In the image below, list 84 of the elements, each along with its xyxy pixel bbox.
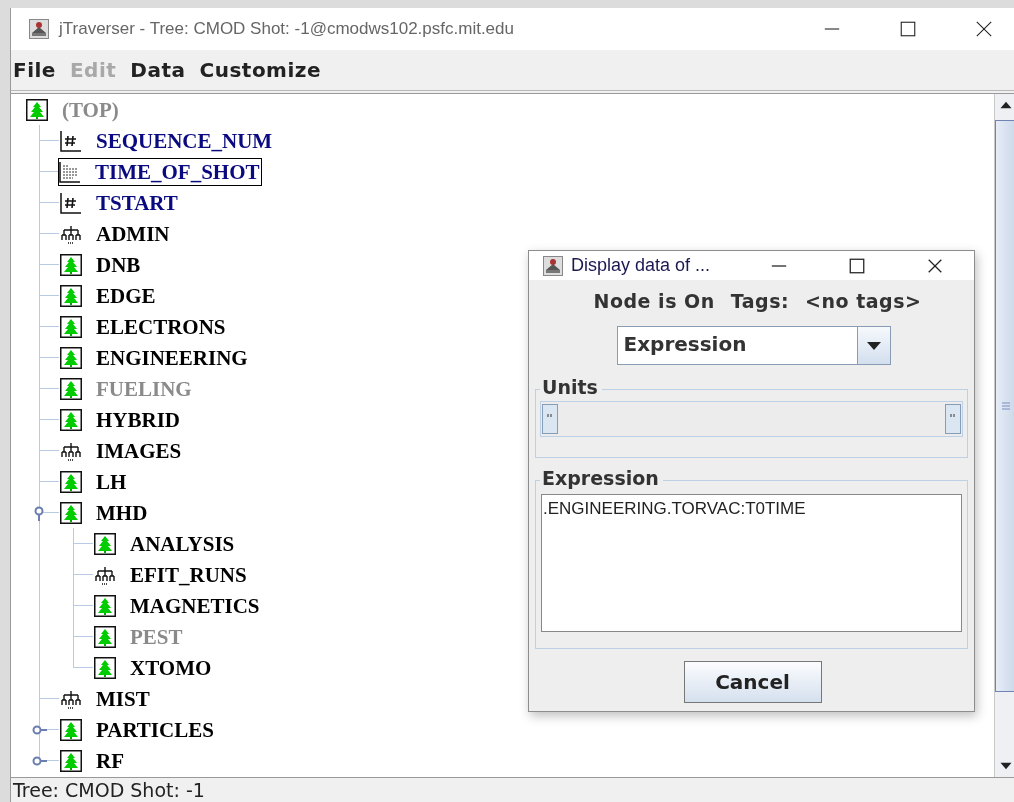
handle-icon[interactable] [945,404,961,434]
node-label: ANALYSIS [130,530,235,557]
tree-node[interactable]: TIME_OF_SHOT [58,157,262,186]
dropdown-arrow-icon [866,341,881,350]
node-label: PEST [130,623,183,650]
tree-icon [60,253,82,276]
tree-node[interactable]: IMAGES [59,436,184,465]
tree-node[interactable]: LH [59,467,129,496]
node-label: HYBRID [96,406,180,433]
tree-icon [26,98,48,121]
node-label: FUELING [96,375,192,402]
tree-node[interactable]: XTOMO [93,653,214,682]
node-label: MIST [96,685,150,712]
node-label: LH [96,468,127,495]
node-label: IMAGES [96,437,182,464]
tree-node[interactable]: DNB [59,250,143,279]
tree-icon [94,594,116,617]
app-icon [543,255,563,276]
tree-node[interactable]: MIST [59,684,152,713]
maximize-icon[interactable] [899,20,917,38]
cancel-button[interactable]: Cancel [683,661,822,703]
tree-node[interactable]: ADMIN [59,219,172,248]
tree-node[interactable]: MHD [59,498,150,527]
maximize-icon[interactable] [848,256,866,275]
node-label: RF [96,747,124,774]
tags-label: Tags: [730,290,790,312]
tree-node[interactable]: RF [59,746,126,775]
tree-icon [60,284,82,307]
node-label: PARTICLES [96,716,214,743]
number-node-icon [60,191,82,214]
tree-icon [60,346,82,369]
tree-node[interactable]: PARTICLES [59,715,216,744]
node-label: ADMIN [96,220,170,247]
close-icon[interactable] [975,20,993,38]
tree-node[interactable]: ENGINEERING [59,343,250,372]
node-label: SEQUENCE_NUM [96,127,273,154]
node-state: Node is On [593,290,715,312]
handle-icon[interactable] [542,404,558,434]
menu-item[interactable]: Customize [199,58,322,82]
menu-item[interactable]: Data [130,58,186,82]
window-title: jTraverser - Tree: CMOD Shot: -1@cmodws102.psfc.mit.edu [59,19,514,39]
tags-value: <no tags> [805,290,922,312]
tree-icon [60,315,82,338]
tree-icon [94,532,116,555]
scrollbar[interactable] [994,94,1014,777]
tree-icon [60,501,82,524]
expression-field[interactable]: .ENGINEERING.TORVAC:T0TIME [541,494,962,632]
menu-item[interactable]: File [13,58,56,82]
dialog-title: Display data of ... [571,255,711,276]
status-text: Tree: CMOD Shot: -1 [13,779,205,801]
grip-icon [1001,402,1011,410]
node-label: TIME_OF_SHOT [95,158,260,185]
node-label: ELECTRONS [96,313,226,340]
node-label: ENGINEERING [96,344,248,371]
tree-icon [94,656,116,679]
tree-node[interactable]: TSTART [59,188,180,217]
tree-icon [94,625,116,648]
tree-node[interactable]: EDGE [59,281,158,310]
signal-node-icon [59,160,81,183]
node-label: EFIT_RUNS [130,561,247,588]
node-label: TSTART [96,189,178,216]
tree-icon [60,749,82,772]
tree-node[interactable]: MAGNETICS [93,591,262,620]
tree-node[interactable]: ANALYSIS [93,529,237,558]
number-node-icon [60,129,82,152]
node-label: (TOP) [62,96,119,123]
tree-node[interactable]: ELECTRONS [59,312,228,341]
tree-icon [60,470,82,493]
units-field[interactable] [540,401,963,437]
node-label: EDGE [96,282,156,309]
tree-icon [60,408,82,431]
group-label: Expression [540,467,663,489]
tree-icon [60,718,82,741]
tree-node[interactable]: EFIT_RUNS [93,560,249,589]
app-icon [29,19,49,39]
type-dropdown[interactable]: Expression [616,326,891,365]
node-label: DNB [96,251,141,278]
node-label: MAGNETICS [130,592,260,619]
node-label: XTOMO [130,654,212,681]
scroll-thumb[interactable] [995,120,1014,692]
tree-icon [60,377,82,400]
tree-node[interactable]: SEQUENCE_NUM [59,126,275,155]
node-label: MHD [96,499,148,526]
tree-node[interactable]: HYBRID [59,405,182,434]
